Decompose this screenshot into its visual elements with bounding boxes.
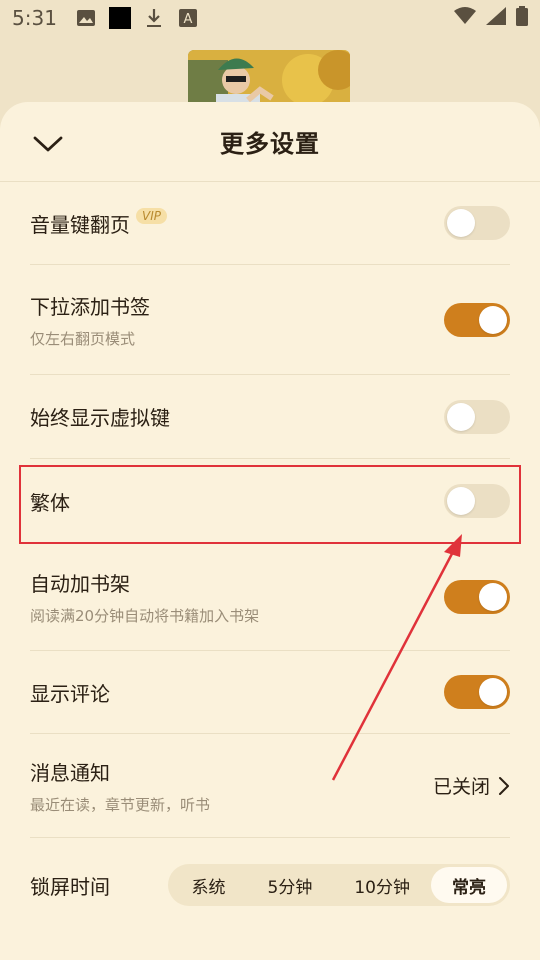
- vip-badge: VIP: [136, 208, 167, 224]
- setting-label: 音量键翻页: [30, 212, 130, 237]
- setting-row-show-comments[interactable]: 显示评论: [30, 651, 510, 734]
- sheet-title: 更多设置: [220, 130, 320, 158]
- image-icon: [75, 7, 97, 29]
- lock-option-system[interactable]: 系统: [171, 867, 247, 903]
- toggle-knob: [447, 209, 475, 237]
- sheet-header: 更多设置: [0, 102, 540, 182]
- toggle-knob: [479, 305, 507, 334]
- setting-label: 始终显示虚拟键: [30, 406, 170, 430]
- svg-text:A: A: [183, 12, 192, 27]
- setting-sublabel: 阅读满20分钟自动将书籍加入书架: [30, 606, 260, 625]
- toggle-knob: [447, 402, 475, 431]
- setting-label: 锁屏时间: [30, 874, 110, 899]
- battery-icon: [516, 6, 528, 30]
- status-time: 5:31: [12, 6, 57, 30]
- notification-status[interactable]: 已关闭: [433, 772, 510, 799]
- lock-option-always-on[interactable]: 常亮: [431, 867, 507, 903]
- toggle-knob: [479, 582, 507, 611]
- setting-row-volume-key-page-turn[interactable]: 音量键翻页 VIP: [30, 182, 510, 265]
- chevron-down-icon: [33, 136, 63, 152]
- toggle-knob: [479, 678, 507, 706]
- setting-label: 消息通知: [30, 760, 110, 785]
- download-icon: [143, 7, 165, 29]
- lock-option-10min[interactable]: 10分钟: [333, 867, 431, 903]
- setting-row-lock-screen-time: 锁屏时间 系统 5分钟 10分钟 常亮: [30, 838, 510, 932]
- lock-option-5min[interactable]: 5分钟: [247, 867, 334, 903]
- show-comments-toggle[interactable]: [444, 675, 510, 709]
- text-a-icon: A: [177, 7, 199, 29]
- setting-row-always-show-virtual-keys[interactable]: 始终显示虚拟键: [30, 375, 510, 459]
- setting-label: 显示评论: [30, 681, 110, 706]
- setting-row-notifications[interactable]: 消息通知 最近在读，章节更新，听书 已关闭: [30, 734, 510, 838]
- lock-screen-time-selector: 系统 5分钟 10分钟 常亮: [167, 864, 510, 906]
- wifi-icon: [454, 7, 476, 29]
- always-show-virtual-keys-toggle[interactable]: [444, 399, 510, 434]
- chevron-right-icon: [499, 776, 509, 795]
- setting-row-pull-add-bookmark[interactable]: 下拉添加书签 仅左右翻页模式: [30, 265, 510, 375]
- auto-add-bookshelf-toggle[interactable]: [444, 579, 510, 614]
- setting-sublabel: 仅左右翻页模式: [30, 329, 136, 348]
- collapse-button[interactable]: [30, 126, 66, 162]
- notification-status-value: 已关闭: [432, 776, 490, 798]
- signal-icon: [486, 7, 506, 29]
- setting-row-auto-add-bookshelf[interactable]: 自动加书架 阅读满20分钟自动将书籍加入书架: [30, 543, 510, 651]
- setting-label: 下拉添加书签: [30, 294, 150, 319]
- highlight-box: [19, 465, 521, 544]
- status-bar: 5:31 A: [0, 0, 540, 36]
- pull-add-bookmark-toggle[interactable]: [444, 302, 510, 337]
- volume-key-page-turn-toggle[interactable]: [444, 206, 510, 240]
- setting-label: 自动加书架: [30, 571, 130, 596]
- black-square-icon: [108, 7, 131, 29]
- setting-sublabel: 最近在读，章节更新，听书: [30, 795, 211, 814]
